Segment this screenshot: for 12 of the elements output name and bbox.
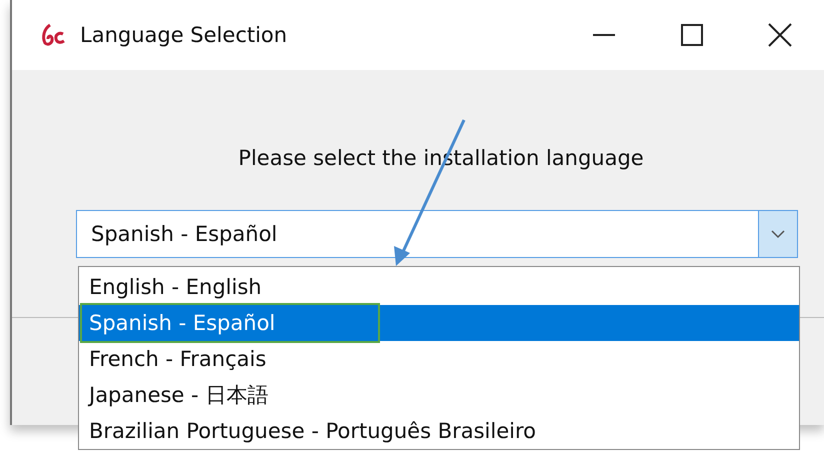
language-option[interactable]: English - English (79, 269, 799, 305)
language-option[interactable]: Brazilian Portuguese - Português Brasileiro (79, 413, 799, 449)
maximize-icon (680, 23, 704, 47)
minimize-icon (591, 33, 617, 37)
logo-icon (40, 23, 66, 47)
language-option[interactable]: Spanish - Español (79, 305, 799, 341)
window-title: Language Selection (80, 23, 288, 47)
language-dropdown[interactable]: Spanish - Español (76, 210, 798, 258)
language-option[interactable]: Japanese - 日本語 (79, 377, 799, 413)
chevron-icon (771, 229, 785, 239)
close-icon (767, 22, 793, 48)
language-option[interactable]: French - Français (79, 341, 799, 377)
